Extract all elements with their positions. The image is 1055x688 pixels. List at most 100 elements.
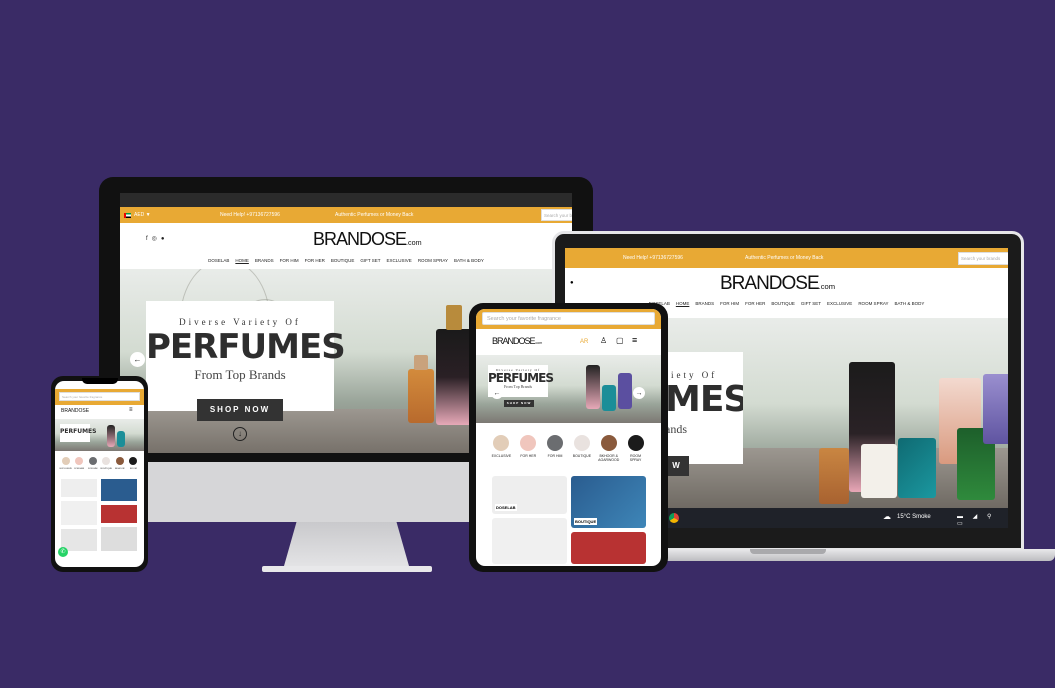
chrome-icon[interactable] xyxy=(669,513,679,523)
nav-item-boutique[interactable]: BOUTIQUE xyxy=(331,258,355,269)
tiktok-icon[interactable]: ● xyxy=(161,236,169,242)
category-room-spray[interactable]: ROOM SPRAY xyxy=(625,435,647,462)
nav-item-gift-set[interactable]: GIFT SET xyxy=(360,258,380,269)
site-logo[interactable]: BRANDOSE xyxy=(61,408,89,414)
phone-categories: EXCLUSIVE FOR HER FOR HIM BOUTIQUE BKHOOR ROO… xyxy=(55,451,144,471)
hero-headline: PERFUMES xyxy=(488,371,554,385)
tablet-tiles: DOSELAB BOUTIQUE xyxy=(476,476,661,566)
perfume-bottle xyxy=(436,329,472,425)
category-for-him[interactable]: FOR HIM xyxy=(544,435,566,462)
weather-icon: ☁ xyxy=(883,512,891,521)
menu-icon[interactable]: ≡ xyxy=(632,335,637,345)
nav-item-for-her[interactable]: FOR HER xyxy=(305,258,325,269)
browser-bookmarks-bar xyxy=(120,193,572,207)
perfume-bottle xyxy=(586,365,600,409)
nav-item-brands[interactable]: BRANDS xyxy=(255,258,274,269)
shop-now-button[interactable]: SHOP NOW xyxy=(197,399,283,421)
nav-item-home[interactable]: HOME xyxy=(676,301,690,318)
category-label: FOR HIM xyxy=(547,454,563,458)
language-toggle[interactable]: AR xyxy=(580,339,588,345)
category-image xyxy=(75,457,84,465)
perfume-cap xyxy=(414,355,428,370)
next-slide-button[interactable]: → xyxy=(633,387,645,399)
instagram-icon[interactable]: ◎ xyxy=(152,236,161,242)
nav-item-for-him[interactable]: FOR HIM xyxy=(280,258,299,269)
category-image xyxy=(573,435,590,451)
social-icons: f◎● xyxy=(146,235,169,242)
tile-boutique[interactable]: BOUTIQUE xyxy=(571,476,646,529)
category-room[interactable]: ROOM xyxy=(127,457,141,471)
tile[interactable] xyxy=(61,478,97,497)
category-label: FOR HIM xyxy=(88,468,98,470)
category-boutique[interactable]: BOUTIQUE xyxy=(100,457,114,471)
site-logo[interactable]: BRANDOSE.com xyxy=(313,229,422,250)
category-image xyxy=(88,457,97,465)
nav-item-boutique[interactable]: BOUTIQUE xyxy=(771,301,795,318)
currency-selector[interactable]: AED ▼ xyxy=(134,212,151,218)
category-label: BKHOOR & AGARWOOD xyxy=(598,454,620,463)
category-bkhoor-agarwood[interactable]: BKHOOR & AGARWOOD xyxy=(598,435,620,462)
nav-item-bath-body[interactable]: BATH & BODY xyxy=(894,301,924,318)
category-for-her[interactable]: FOR HER xyxy=(73,457,87,471)
nav-item-brands[interactable]: BRANDS xyxy=(695,301,714,318)
hero-headline: PERFUMES xyxy=(60,428,97,435)
site-logo[interactable]: BRANDOSE.com xyxy=(492,336,542,346)
site-logo[interactable]: BRANDOSE.com xyxy=(720,273,835,295)
search-input[interactable]: Search your brands xyxy=(958,252,1008,265)
nav-item-bath-body[interactable]: BATH & BODY xyxy=(454,258,484,269)
category-label: EXCLUSIVE xyxy=(491,454,512,458)
help-text: Need Help! +97136727596 xyxy=(623,255,683,261)
nav-item-exclusive[interactable]: EXCLUSIVE xyxy=(387,258,412,269)
category-label: BOUTIQUE xyxy=(100,468,112,470)
nav-item-room-spray[interactable]: ROOM SPRAY xyxy=(858,301,888,318)
nav-item-doselab[interactable]: DOSELAB xyxy=(208,258,229,269)
tile-doselab[interactable]: DOSELAB xyxy=(492,476,567,515)
tile-room-spray[interactable] xyxy=(492,518,567,565)
user-icon[interactable]: ♙ xyxy=(600,336,607,345)
prev-slide-button[interactable]: ← xyxy=(491,387,503,399)
nav-item-home[interactable]: HOME xyxy=(235,258,249,269)
search-input[interactable]: Search your brands f xyxy=(541,209,572,221)
category-exclusive[interactable]: EXCLUSIVE xyxy=(59,457,73,471)
tablet-categories: EXCLUSIVE FOR HER FOR HIM BOUTIQUE BKHOOR & … xyxy=(476,423,661,462)
tray-icons[interactable]: ▬ ◢ ⚲ ▭ xyxy=(957,513,1008,527)
menu-icon[interactable]: ≡ xyxy=(129,407,133,413)
tile[interactable] xyxy=(61,500,97,525)
category-for-him[interactable]: FOR HIM xyxy=(86,457,100,471)
category-for-her[interactable]: FOR HER xyxy=(517,435,539,462)
shop-now-button[interactable]: SHOP NOW xyxy=(504,400,534,407)
tile[interactable] xyxy=(101,504,137,523)
category-bkhoor[interactable]: BKHOOR xyxy=(113,457,127,471)
category-label: FOR HER xyxy=(74,468,85,470)
hero-headline: MES xyxy=(665,379,743,420)
search-input[interactable]: Search your favorite fragrance xyxy=(59,392,140,401)
category-image xyxy=(493,435,510,451)
nav-item-for-him[interactable]: FOR HIM xyxy=(720,301,739,318)
category-boutique[interactable]: BOUTIQUE xyxy=(571,435,593,462)
hero-subline: From Top Brands xyxy=(194,367,286,382)
shop-now-button[interactable]: W xyxy=(665,456,689,476)
perfume-bottle xyxy=(898,438,936,498)
tile-gift-set[interactable] xyxy=(571,532,646,565)
nav-item-for-her[interactable]: FOR HER xyxy=(745,301,765,318)
cart-icon[interactable]: ▢ xyxy=(616,336,624,345)
search-input[interactable]: Search your favorite fragrance xyxy=(482,312,655,325)
tile[interactable] xyxy=(101,478,137,501)
category-exclusive[interactable]: EXCLUSIVE xyxy=(490,435,512,462)
nav-item-gift-set[interactable]: GIFT SET xyxy=(801,301,821,318)
promise-text: Authentic Perfumes or Money Back xyxy=(335,212,414,218)
tiktok-icon[interactable]: ● xyxy=(570,280,574,286)
category-image xyxy=(115,457,124,465)
phone-tiles xyxy=(55,478,144,559)
nav-item-exclusive[interactable]: EXCLUSIVE xyxy=(827,301,852,318)
perfume-bottle xyxy=(618,373,632,409)
tile[interactable] xyxy=(101,526,137,551)
laptop-topbar: Need Help! +97136727596 Authentic Perfum… xyxy=(565,248,1008,268)
scroll-down-icon[interactable]: ↓ xyxy=(233,427,247,441)
tablet-header: BRANDOSE.com AR ♙ ▢ ≡ xyxy=(476,329,661,355)
prev-slide-button[interactable]: ← xyxy=(130,352,145,367)
tablet-search-bar: Search your favorite fragrance xyxy=(476,309,661,329)
category-label: ROOM SPRAY xyxy=(629,454,642,463)
nav-item-room-spray[interactable]: ROOM SPRAY xyxy=(418,258,448,269)
whatsapp-icon[interactable]: ✆ xyxy=(58,547,68,557)
